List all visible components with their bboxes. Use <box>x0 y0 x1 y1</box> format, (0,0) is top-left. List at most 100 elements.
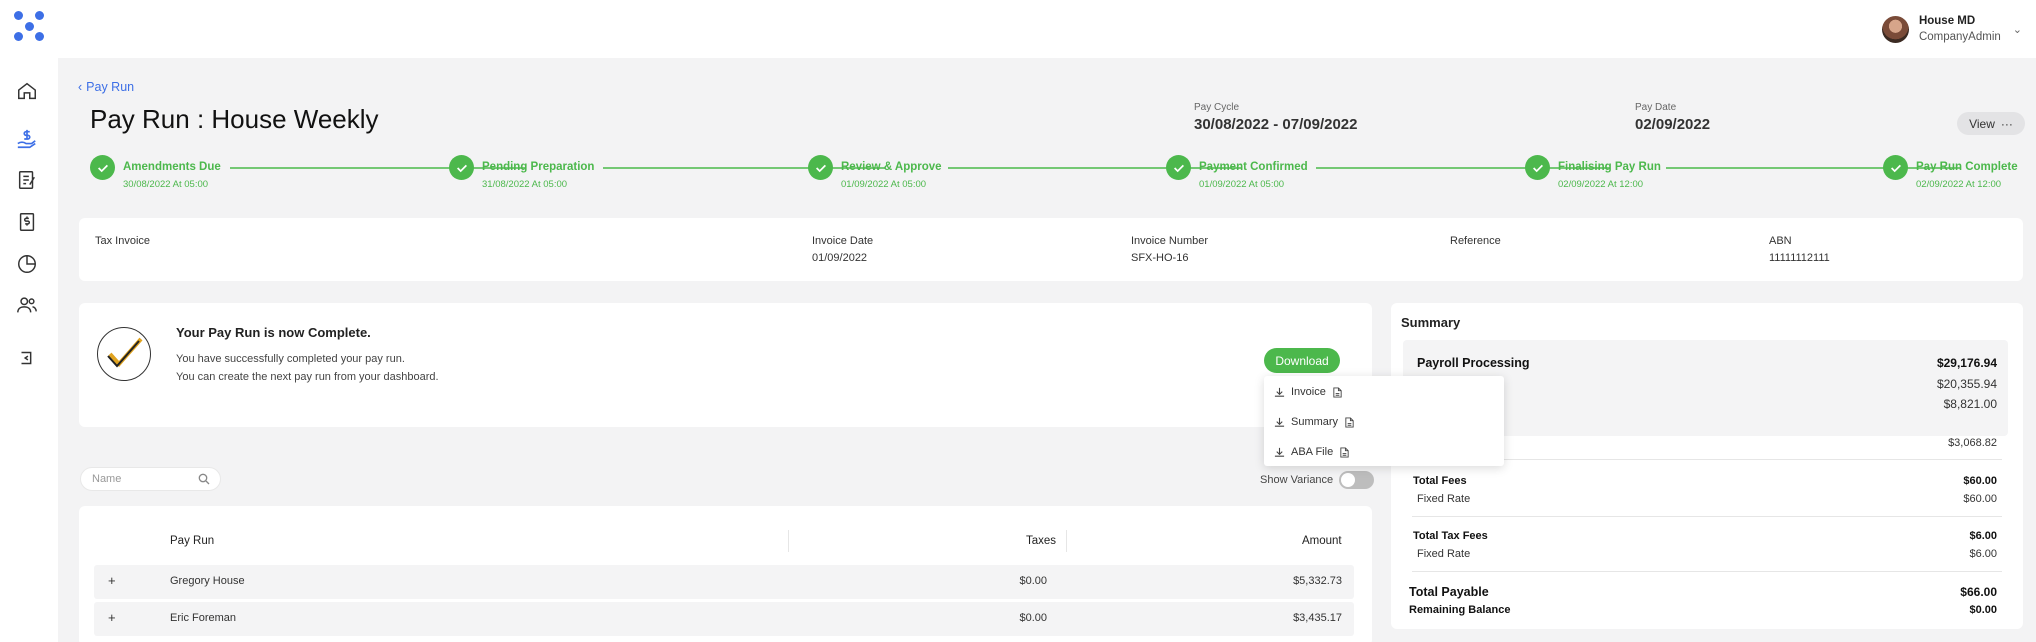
show-variance: Show Variance <box>1260 471 1375 489</box>
payroll-processing-value: $20,355.94 <box>1936 377 1997 391</box>
view-button-label: View <box>1969 116 1995 131</box>
step-pay-run-complete: Pay Run Complete 02/09/2022 At 12:00 <box>1883 155 2018 190</box>
more-icon: ··· <box>2000 116 2013 131</box>
show-variance-label: Show Variance <box>1260 474 1334 486</box>
tax-invoice-label: Tax Invoice <box>95 235 151 247</box>
step-finalising-pay-run: Finalising Pay Run 02/09/2022 At 12:00 <box>1525 155 1661 190</box>
step-date: 31/08/2022 At 05:00 <box>482 179 568 190</box>
fees-fixed-rate-label: Fixed Rate <box>1417 493 1471 505</box>
employee-name: Eric Foreman <box>170 612 237 624</box>
download-aba-file-item[interactable]: ABA File <box>1274 446 1350 458</box>
step-date: 01/09/2022 At 05:00 <box>841 179 927 190</box>
check-icon <box>1166 155 1191 180</box>
total-tax-fees-label: Total Tax Fees <box>1413 530 1488 542</box>
progress-stepper: Amendments Due 30/08/2022 At 05:00 Pendin… <box>90 155 2018 195</box>
download-icon <box>1274 387 1285 397</box>
invoice-date-label: Invoice Date <box>812 235 874 247</box>
step-pending-preparation: Pending Preparation 31/08/2022 At 05:00 <box>449 155 594 190</box>
pay-cycle: Pay Cycle 30/08/2022 - 07/09/2022 <box>1194 102 1357 133</box>
back-link-label: Pay Run <box>86 80 135 94</box>
check-icon <box>449 155 474 180</box>
column-header-taxes[interactable]: Taxes <box>1026 535 1056 547</box>
documents-icon[interactable] <box>15 168 39 192</box>
completion-line-2: You can create the next pay run from you… <box>176 371 439 383</box>
billing-icon[interactable] <box>15 210 39 234</box>
download-option-label: Invoice <box>1291 386 1326 398</box>
pay-cycle-value: 30/08/2022 - 07/09/2022 <box>1194 116 1358 133</box>
people-icon[interactable] <box>15 293 39 317</box>
step-amendments-due: Amendments Due 30/08/2022 At 05:00 <box>90 155 221 190</box>
download-option-label: ABA File <box>1291 446 1334 458</box>
logout-icon[interactable] <box>15 346 39 370</box>
expand-row-button[interactable]: + <box>108 610 116 625</box>
payroll-processing-value: $8,821.00 <box>1943 397 1997 411</box>
employee-name: Gregory House <box>170 575 245 587</box>
step-label: Payment Confirmed <box>1199 161 1308 173</box>
completion-card <box>79 303 1372 427</box>
remaining-balance-label: Remaining Balance <box>1409 604 1511 616</box>
show-variance-toggle[interactable] <box>1339 471 1375 489</box>
home-icon[interactable] <box>15 79 39 103</box>
tax-fixed-rate-value: $6.00 <box>1969 548 1997 560</box>
page-title: Pay Run : House Weekly <box>90 104 379 134</box>
back-link[interactable]: ‹ Pay Run <box>78 80 134 94</box>
table-row[interactable]: + Gregory House $0.00 $5,332.73 <box>94 565 1354 599</box>
file-icon <box>1340 446 1349 458</box>
download-option-label: Summary <box>1291 416 1339 428</box>
expand-row-button[interactable]: + <box>108 573 116 588</box>
download-invoice-item[interactable]: Invoice <box>1274 386 1343 398</box>
abn-label: ABN <box>1769 235 1792 247</box>
chevron-down-icon[interactable]: ⌄ <box>2013 23 2022 36</box>
pay-cycle-label: Pay Cycle <box>1194 102 1240 113</box>
completion-line-1: You have successfully completed your pay… <box>176 353 405 365</box>
user-name: House MD <box>1918 15 1976 27</box>
step-date: 01/09/2022 At 05:00 <box>1199 179 1285 190</box>
app-logo-icon[interactable] <box>14 11 44 41</box>
avatar <box>1881 15 1909 43</box>
reports-icon[interactable] <box>15 252 39 276</box>
remaining-balance-value: $0.00 <box>1969 604 1997 616</box>
check-icon <box>808 155 833 180</box>
sidebar <box>0 58 58 642</box>
pay-date: Pay Date 02/09/2022 <box>1635 102 1710 133</box>
pay-run-icon[interactable] <box>15 127 39 151</box>
payroll-processing-total: $29,176.94 <box>1936 356 1997 370</box>
pay-date-label: Pay Date <box>1635 102 1677 113</box>
divider <box>1412 571 2002 572</box>
download-icon <box>1274 417 1285 427</box>
row-taxes: $0.00 <box>1019 612 1047 624</box>
download-icon <box>1274 447 1285 457</box>
column-header-pay-run[interactable]: Pay Run <box>170 535 214 547</box>
row-amount: $3,435.17 <box>1293 612 1342 624</box>
tax-fixed-rate-label: Fixed Rate <box>1417 548 1471 560</box>
divider <box>1412 516 2002 517</box>
column-header-amount[interactable]: Amount <box>1302 535 1342 547</box>
download-button[interactable]: Download <box>1264 348 1340 373</box>
step-label: Pay Run Complete <box>1916 161 2018 173</box>
row-amount: $5,332.73 <box>1293 575 1342 587</box>
payroll-processing-label: Payroll Processing <box>1417 356 1530 370</box>
step-date: 02/09/2022 At 12:00 <box>1558 179 1644 190</box>
download-summary-item[interactable]: Summary <box>1274 416 1355 428</box>
user-menu[interactable]: House MD CompanyAdmin ⌄ <box>1881 9 2022 49</box>
total-tax-fees-value: $6.00 <box>1969 530 1997 542</box>
fees-fixed-rate-value: $60.00 <box>1963 493 1997 505</box>
file-icon <box>1333 386 1342 398</box>
step-label: Finalising Pay Run <box>1558 161 1661 173</box>
pay-date-value: 02/09/2022 <box>1635 116 1711 133</box>
table-row[interactable]: + Eric Foreman $0.00 $3,435.17 <box>94 602 1354 636</box>
step-label: Review & Approve <box>841 161 942 173</box>
search-icon[interactable] <box>198 473 210 485</box>
total-payable-label: Total Payable <box>1409 585 1489 599</box>
step-payment-confirmed: Payment Confirmed 01/09/2022 At 05:00 <box>1166 155 1308 190</box>
check-icon <box>1525 155 1550 180</box>
top-bar: House MD CompanyAdmin ⌄ <box>0 0 2036 58</box>
abn-value: 11111112111 <box>1769 252 1830 264</box>
completion-title: Your Pay Run is now Complete. <box>176 325 371 340</box>
total-fees-label: Total Fees <box>1413 475 1467 487</box>
view-button[interactable]: View ··· <box>1957 112 2025 135</box>
payroll-processing-value: $3,068.82 <box>1948 437 1997 449</box>
step-label: Pending Preparation <box>482 161 595 173</box>
completed-check-icon <box>97 327 151 381</box>
step-review-approve: Review & Approve 01/09/2022 At 05:00 <box>808 155 942 190</box>
